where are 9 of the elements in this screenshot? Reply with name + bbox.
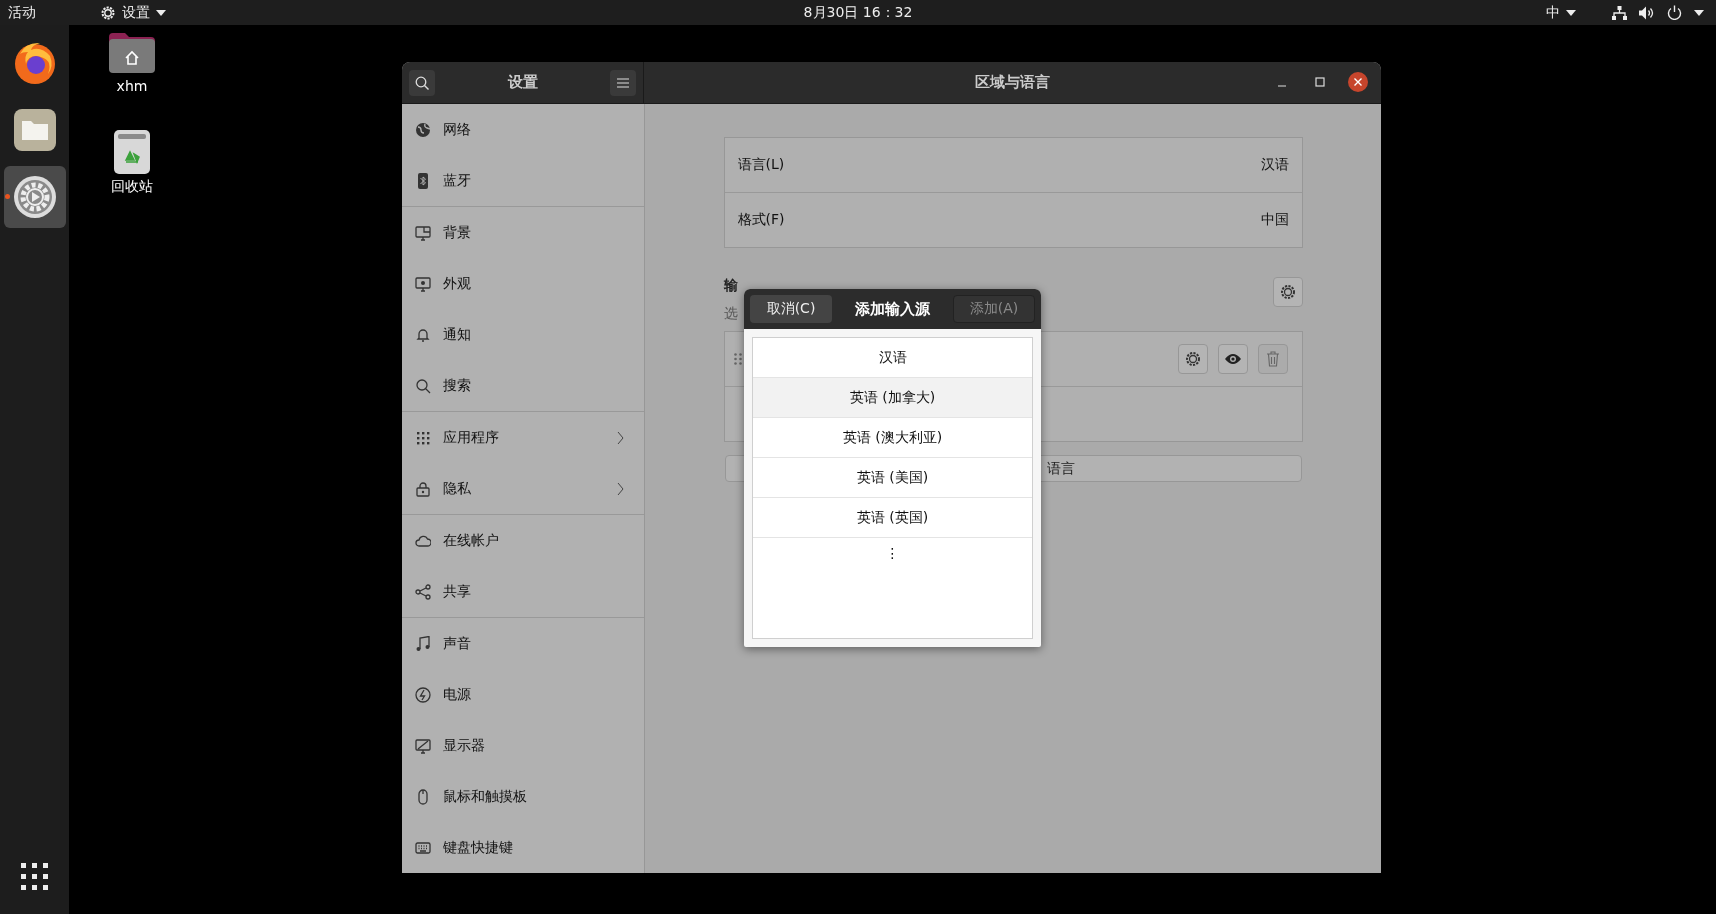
window-title: 区域与语言 [975, 73, 1050, 92]
row-value: 中国 [1260, 211, 1289, 229]
row-value: 汉语 [1260, 156, 1289, 174]
row-label: 语言(L) [737, 156, 785, 174]
section-heading: 输 [723, 277, 738, 295]
section-subtitle: 选 [723, 305, 738, 323]
dialog-title: 添加输入源 [855, 299, 930, 319]
sidebar-title: 设置 [507, 73, 538, 92]
row-label: 格式(F) [737, 211, 785, 229]
